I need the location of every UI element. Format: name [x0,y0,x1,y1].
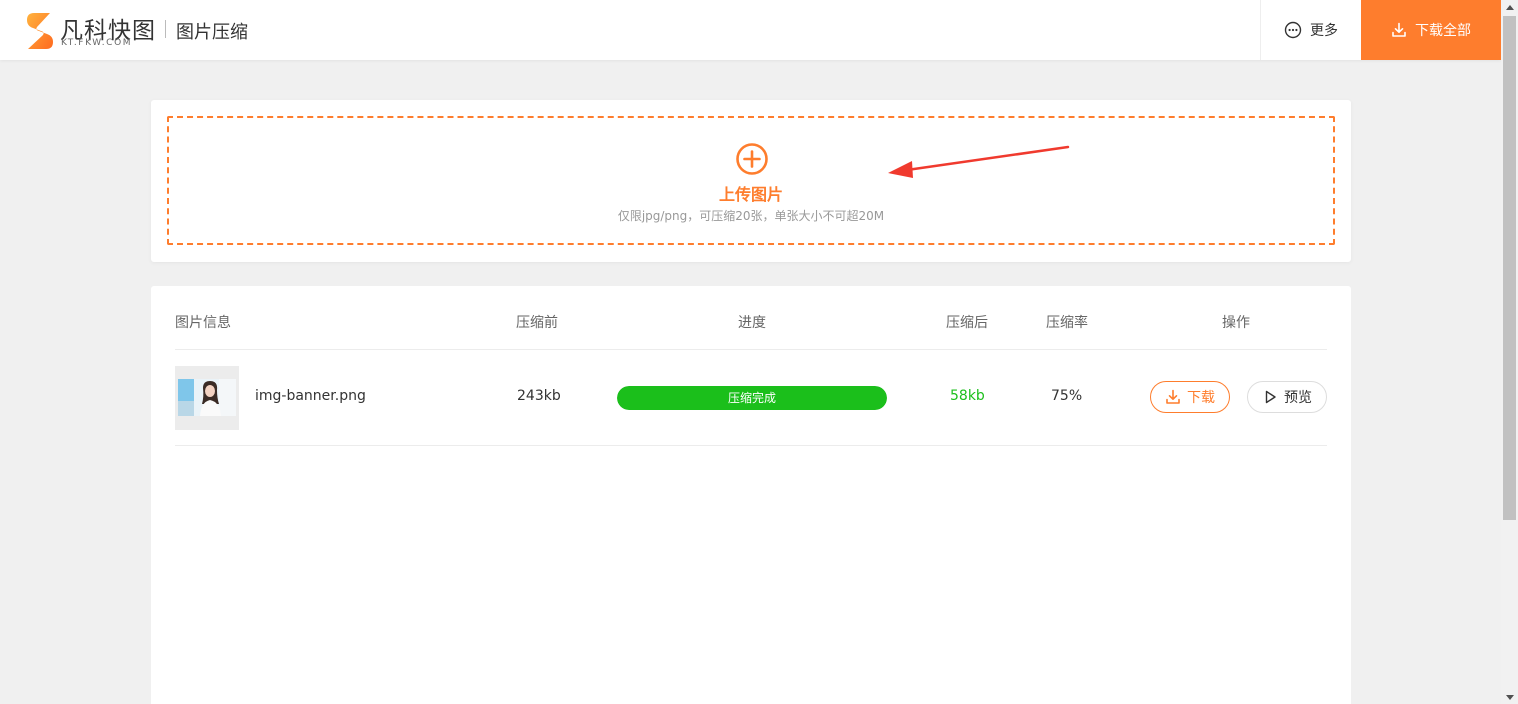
download-all-button[interactable]: 下载全部 [1361,0,1501,60]
scroll-up-arrow-icon[interactable] [1501,0,1518,14]
play-triangle-icon [1265,390,1276,404]
image-thumbnail[interactable] [175,366,239,430]
upload-label[interactable]: 上传图片 [169,181,1333,205]
download-label: 下载 [1187,390,1215,406]
app-title: 图片压缩 [176,22,248,43]
preview-label: 预览 [1284,390,1312,406]
header-size-after: 压缩后 [946,315,988,331]
progress-status: 压缩完成 [727,391,776,405]
more-button[interactable]: 更多 [1260,0,1361,60]
download-icon [1166,389,1180,404]
compression-rate: 75% [1051,388,1083,404]
row-divider [175,445,1327,446]
compression-progress-bar: 压缩完成 [617,386,887,410]
brand-logo-icon[interactable] [24,12,56,50]
thumbnail-image [175,366,239,430]
scroll-thumb[interactable] [1503,16,1516,520]
brand-domain: KT.FKW.COM [61,38,133,48]
upload-hint: 仅限jpg/png，可压缩20张，单张大小不可超20M [617,209,885,223]
size-after: 58kb [950,388,985,404]
upload-card: 上传图片 仅限jpg/png，可压缩20张，单张大小不可超20M [151,100,1351,262]
header-rate: 压缩率 [1046,315,1088,331]
top-header: 凡科快图 KT.FKW.COM 图片压缩 更多 下载全部 [0,0,1501,60]
size-before: 243kb [517,388,561,404]
download-all-label: 下载全部 [1415,23,1471,39]
scroll-down-arrow-icon[interactable] [1501,690,1518,704]
plus-circle-icon[interactable] [735,142,769,176]
header-divider [165,20,166,38]
header-size-before: 压缩前 [516,315,558,331]
annotation-arrow-icon [888,145,1070,178]
page-scrollbar[interactable] [1501,0,1518,704]
more-label: 更多 [1310,23,1338,39]
preview-button[interactable]: 预览 [1247,381,1327,413]
header-actions: 操作 [1222,315,1250,331]
header-progress: 进度 [738,315,766,331]
file-name: img-banner.png [255,388,366,404]
header-divider [175,349,1327,350]
upload-dropzone[interactable]: 上传图片 仅限jpg/png，可压缩20张，单张大小不可超20M [167,116,1335,245]
header-image-info: 图片信息 [175,315,231,331]
ellipsis-circle-icon [1284,21,1302,39]
download-button[interactable]: 下载 [1150,381,1230,413]
download-icon [1392,22,1406,37]
file-list-card: 图片信息 压缩前 进度 压缩后 压缩率 操作 img-banner.png 24… [151,286,1351,704]
